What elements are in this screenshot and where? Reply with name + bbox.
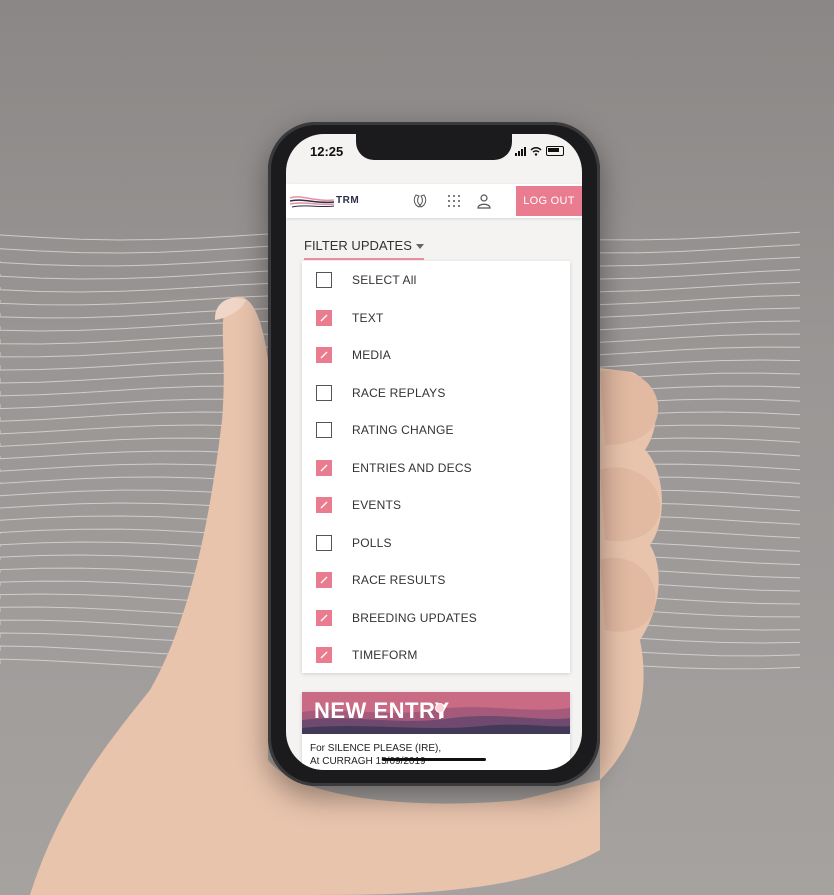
wifi-icon: [530, 146, 542, 156]
filter-item-label: EVENTS: [352, 498, 402, 512]
filter-item[interactable]: TEXT: [302, 299, 570, 337]
filter-updates-toggle[interactable]: FILTER UPDATES: [304, 238, 424, 260]
filter-item[interactable]: POLLS: [302, 524, 570, 562]
checkbox-checked[interactable]: [316, 347, 332, 363]
filter-item-label: RATING CHANGE: [352, 423, 454, 437]
location-pin-icon: [435, 703, 445, 719]
filter-item-label: POLLS: [352, 535, 392, 550]
filter-item-label: SELECT All: [352, 273, 417, 287]
filter-item[interactable]: TIMEFORM: [302, 636, 570, 674]
status-icons: [515, 146, 564, 156]
filter-item[interactable]: MEDIA: [302, 336, 570, 374]
checkbox-checked[interactable]: [316, 609, 332, 626]
phone-screen: 12:25 TRM LOG OUT FILTER UPDATES SELECT …: [286, 134, 582, 770]
user-icon[interactable]: [476, 193, 492, 209]
checkbox-checked[interactable]: [316, 459, 332, 476]
checkbox-unchecked[interactable]: [316, 422, 332, 438]
entry-line-1: For SILENCE PLEASE (IRE),: [310, 743, 442, 754]
logo-mark-icon: [290, 196, 334, 208]
filter-item[interactable]: EVENTS: [302, 486, 570, 524]
filter-item-label: RACE REPLAYS: [352, 385, 446, 400]
filter-item-label: MEDIA: [352, 348, 392, 362]
filter-item-label: TIMEFORM: [352, 648, 418, 662]
filter-item[interactable]: RACE RESULTS: [302, 561, 570, 599]
check-icon: [320, 464, 328, 471]
checkbox-unchecked[interactable]: [316, 384, 332, 401]
filter-item[interactable]: SELECT All: [302, 261, 570, 299]
check-icon: [320, 651, 328, 659]
checkbox-checked[interactable]: [316, 647, 332, 663]
home-indicator: [382, 758, 486, 761]
battery-icon: [546, 146, 564, 156]
horseshoe-icon[interactable]: [412, 193, 428, 209]
filter-item-label: RACE RESULTS: [352, 573, 446, 587]
checkbox-unchecked[interactable]: [316, 272, 332, 288]
logo-text[interactable]: TRM: [336, 195, 359, 206]
check-icon: [320, 576, 328, 584]
filter-updates-label: FILTER UPDATES: [304, 238, 412, 253]
logout-button[interactable]: LOG OUT: [516, 186, 582, 216]
caret-down-icon: [415, 244, 424, 249]
signal-icon: [515, 146, 526, 156]
check-icon: [320, 314, 328, 321]
filter-item[interactable]: BREEDING UPDATES: [302, 599, 570, 637]
filter-item[interactable]: RATING CHANGE: [302, 411, 570, 449]
checkbox-checked[interactable]: [316, 309, 332, 326]
check-icon: [320, 501, 328, 509]
phone-notch: [356, 134, 512, 160]
status-time: 12:25: [310, 144, 344, 159]
checkbox-checked[interactable]: [316, 572, 332, 588]
filter-item[interactable]: ENTRIES AND DECS: [302, 449, 570, 487]
filter-item-label: TEXT: [352, 310, 384, 325]
check-icon: [320, 351, 328, 359]
filter-item[interactable]: RACE REPLAYS: [302, 374, 570, 412]
check-icon: [320, 614, 328, 621]
checkbox-unchecked[interactable]: [316, 534, 332, 551]
entry-title: NEW ENTRY: [314, 698, 450, 723]
app-header: TRM LOG OUT: [286, 184, 582, 218]
filter-panel: SELECT All TEXT MEDIA RACE REPLAYS RATING CH…: [302, 261, 570, 673]
grid-icon[interactable]: [446, 193, 462, 209]
checkbox-checked[interactable]: [316, 497, 332, 513]
filter-item-label: ENTRIES AND DECS: [352, 460, 472, 475]
filter-item-label: BREEDING UPDATES: [352, 610, 477, 625]
entry-line-2: At CURRAGH 15/09/2019: [310, 756, 426, 767]
entry-text: For SILENCE PLEASE (IRE), At CURRAGH 15/…: [310, 742, 441, 768]
